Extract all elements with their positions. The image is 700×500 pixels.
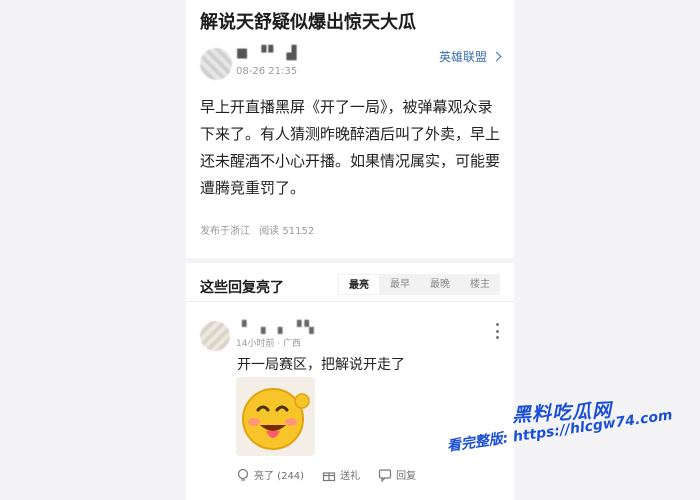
lightbulb-icon [237,468,249,481]
post-location: 发布于浙江 [200,226,250,237]
post-read-count: 阅读 51152 [259,226,315,237]
like-button[interactable]: 亮了 (244) [236,467,304,482]
reply-button[interactable]: 回复 [378,467,416,482]
chevron-right-icon [491,51,502,62]
comment-user-name[interactable]: ▘ ▖▗ ▝▚ [242,320,317,334]
comment-meta: 14小时前 · 广西 [236,339,302,349]
sort-tab-op[interactable]: 楼主 [460,274,500,295]
post-title: 解说天舒疑似爆出惊天大瓜 [200,12,416,33]
app-page: 解说天舒疑似爆出惊天大瓜 ■ ▝▘ ▟ 08-26 21:35 英雄联盟 早上开… [0,0,700,500]
laughing-emoji-sticker[interactable] [236,377,315,456]
reply-label: 回复 [396,471,417,482]
like-label: 亮了 (244) [254,471,305,482]
gift-button[interactable]: 送礼 [322,467,360,482]
comment-sort-tabs: 最亮 最早 最晚 楼主 [338,274,500,295]
comment-text: 开一局赛区，把解说开走了 [237,357,405,373]
post-time: 08-26 21:35 [236,66,298,77]
author-avatar[interactable] [200,48,232,80]
gift-icon [322,471,336,481]
author-name[interactable]: ■ ▝▘ ▟ [236,46,299,61]
comments-card: 这些回复亮了 最亮 最早 最晚 楼主 ▘ ▖▗ ▝▚ 14小时前 · 广西 开一… [186,263,514,500]
topic-tag-label: 英雄联盟 [438,50,487,64]
more-options-icon[interactable] [496,323,500,339]
topic-tag-link[interactable]: 英雄联盟 [438,48,502,65]
laughing-emoji-icon [242,388,310,450]
comment-action-bar: 亮了 (244) 送礼 回复 [236,467,416,482]
sort-tab-latest[interactable]: 最晚 [420,274,460,295]
sort-tab-hottest[interactable]: 最亮 [339,275,379,294]
author-row: ■ ▝▘ ▟ 08-26 21:35 英雄联盟 [200,46,502,82]
post-meta: 发布于浙江 阅读 51152 [200,222,320,237]
post-card: 解说天舒疑似爆出惊天大瓜 ■ ▝▘ ▟ 08-26 21:35 英雄联盟 早上开… [186,0,514,258]
sort-tab-earliest[interactable]: 最早 [380,274,420,295]
post-body: 早上开直播黑屏《开了一局》，被弹幕观众录下来了。有人猜测昨晚醉酒后叫了外卖，早上… [200,98,501,197]
reply-icon [378,468,392,482]
comments-header: 这些回复亮了 [200,280,284,296]
comment-avatar[interactable] [200,321,230,351]
gift-label: 送礼 [340,471,361,482]
divider [186,301,514,302]
